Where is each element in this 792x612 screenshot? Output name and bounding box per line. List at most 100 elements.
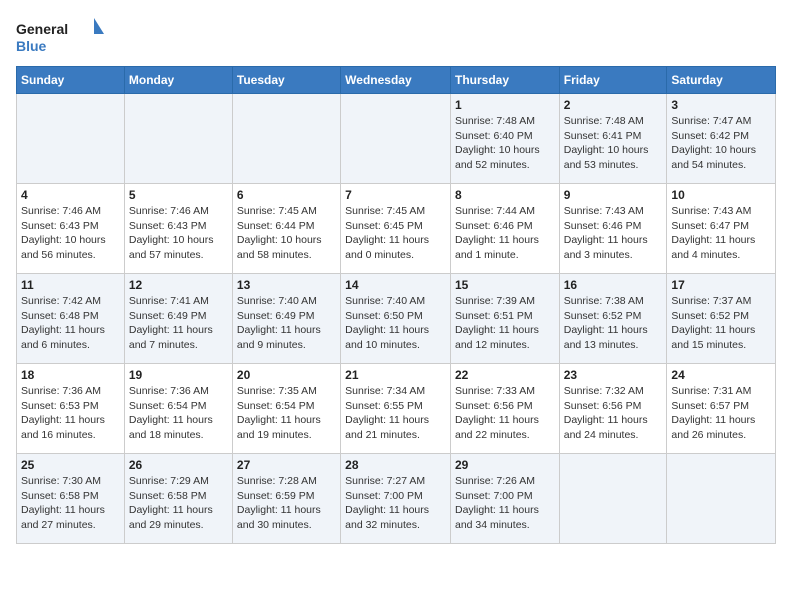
calendar-week-row: 11 Sunrise: 7:42 AMSunset: 6:48 PMDayligh…: [17, 274, 776, 364]
day-number: 14: [345, 278, 446, 292]
calendar-cell: [232, 94, 340, 184]
day-info: Sunrise: 7:28 AMSunset: 6:59 PMDaylight:…: [237, 474, 336, 533]
calendar-cell: 21 Sunrise: 7:34 AMSunset: 6:55 PMDayligh…: [341, 364, 451, 454]
calendar-week-row: 25 Sunrise: 7:30 AMSunset: 6:58 PMDayligh…: [17, 454, 776, 544]
day-info: Sunrise: 7:32 AMSunset: 6:56 PMDaylight:…: [564, 384, 663, 443]
calendar-cell: 22 Sunrise: 7:33 AMSunset: 6:56 PMDayligh…: [450, 364, 559, 454]
calendar-cell: 2Sunrise: 7:48 AMSunset: 6:41 PMDaylight…: [559, 94, 667, 184]
calendar-header: SundayMondayTuesdayWednesdayThursdayFrid…: [17, 67, 776, 94]
calendar-cell: 19 Sunrise: 7:36 AMSunset: 6:54 PMDayligh…: [124, 364, 232, 454]
calendar-cell: [17, 94, 125, 184]
calendar-cell: 17 Sunrise: 7:37 AMSunset: 6:52 PMDayligh…: [667, 274, 776, 364]
calendar-cell: [559, 454, 667, 544]
day-number: 26: [129, 458, 228, 472]
day-info: Sunrise: 7:48 AMSunset: 6:41 PMDaylight:…: [564, 114, 663, 173]
day-number: 17: [671, 278, 771, 292]
calendar-cell: 16 Sunrise: 7:38 AMSunset: 6:52 PMDayligh…: [559, 274, 667, 364]
day-number: 19: [129, 368, 228, 382]
day-info: Sunrise: 7:46 AMSunset: 6:43 PMDaylight:…: [21, 204, 120, 263]
calendar-cell: 9Sunrise: 7:43 AMSunset: 6:46 PMDaylight…: [559, 184, 667, 274]
calendar-cell: 25 Sunrise: 7:30 AMSunset: 6:58 PMDayligh…: [17, 454, 125, 544]
day-info: Sunrise: 7:33 AMSunset: 6:56 PMDaylight:…: [455, 384, 555, 443]
calendar-cell: [341, 94, 451, 184]
day-number: 5: [129, 188, 228, 202]
calendar-cell: [124, 94, 232, 184]
calendar-cell: 14 Sunrise: 7:40 AMSunset: 6:50 PMDayligh…: [341, 274, 451, 364]
day-info: Sunrise: 7:43 AMSunset: 6:47 PMDaylight:…: [671, 204, 771, 263]
day-of-week-header: Wednesday: [341, 67, 451, 94]
day-number: 15: [455, 278, 555, 292]
day-info: Sunrise: 7:26 AMSunset: 7:00 PMDaylight:…: [455, 474, 555, 533]
calendar-cell: 15Sunrise: 7:39 AMSunset: 6:51 PMDayligh…: [450, 274, 559, 364]
calendar-cell: 12 Sunrise: 7:41 AMSunset: 6:49 PMDayligh…: [124, 274, 232, 364]
svg-text:General: General: [16, 21, 68, 37]
day-number: 29: [455, 458, 555, 472]
calendar-cell: 26Sunrise: 7:29 AMSunset: 6:58 PMDayligh…: [124, 454, 232, 544]
day-info: Sunrise: 7:42 AMSunset: 6:48 PMDaylight:…: [21, 294, 120, 353]
day-info: Sunrise: 7:36 AMSunset: 6:53 PMDaylight:…: [21, 384, 120, 443]
calendar-cell: 1Sunrise: 7:48 AMSunset: 6:40 PMDaylight…: [450, 94, 559, 184]
day-of-week-header: Sunday: [17, 67, 125, 94]
calendar-cell: 18 Sunrise: 7:36 AMSunset: 6:53 PMDayligh…: [17, 364, 125, 454]
day-number: 25: [21, 458, 120, 472]
calendar-cell: 10 Sunrise: 7:43 AMSunset: 6:47 PMDayligh…: [667, 184, 776, 274]
day-number: 16: [564, 278, 663, 292]
day-number: 3: [671, 98, 771, 112]
day-info: Sunrise: 7:47 AMSunset: 6:42 PMDaylight:…: [671, 114, 771, 173]
svg-text:Blue: Blue: [16, 38, 47, 54]
day-number: 12: [129, 278, 228, 292]
day-info: Sunrise: 7:40 AMSunset: 6:50 PMDaylight:…: [345, 294, 446, 353]
header-row: SundayMondayTuesdayWednesdayThursdayFrid…: [17, 67, 776, 94]
day-info: Sunrise: 7:44 AMSunset: 6:46 PMDaylight:…: [455, 204, 555, 263]
day-info: Sunrise: 7:46 AMSunset: 6:43 PMDaylight:…: [129, 204, 228, 263]
day-of-week-header: Saturday: [667, 67, 776, 94]
calendar-cell: 11 Sunrise: 7:42 AMSunset: 6:48 PMDayligh…: [17, 274, 125, 364]
day-number: 10: [671, 188, 771, 202]
calendar-week-row: 4 Sunrise: 7:46 AMSunset: 6:43 PMDaylight…: [17, 184, 776, 274]
day-info: Sunrise: 7:27 AMSunset: 7:00 PMDaylight:…: [345, 474, 446, 533]
calendar-cell: 8 Sunrise: 7:44 AMSunset: 6:46 PMDaylight…: [450, 184, 559, 274]
day-number: 20: [237, 368, 336, 382]
calendar-cell: 5 Sunrise: 7:46 AMSunset: 6:43 PMDaylight…: [124, 184, 232, 274]
calendar-cell: 13 Sunrise: 7:40 AMSunset: 6:49 PMDayligh…: [232, 274, 340, 364]
calendar-table: SundayMondayTuesdayWednesdayThursdayFrid…: [16, 66, 776, 544]
calendar-body: 1Sunrise: 7:48 AMSunset: 6:40 PMDaylight…: [17, 94, 776, 544]
day-number: 23: [564, 368, 663, 382]
calendar-cell: 29 Sunrise: 7:26 AMSunset: 7:00 PMDayligh…: [450, 454, 559, 544]
day-info: Sunrise: 7:36 AMSunset: 6:54 PMDaylight:…: [129, 384, 228, 443]
day-number: 27: [237, 458, 336, 472]
day-info: Sunrise: 7:30 AMSunset: 6:58 PMDaylight:…: [21, 474, 120, 533]
day-info: Sunrise: 7:38 AMSunset: 6:52 PMDaylight:…: [564, 294, 663, 353]
calendar-cell: 7Sunrise: 7:45 AMSunset: 6:45 PMDaylight…: [341, 184, 451, 274]
day-number: 18: [21, 368, 120, 382]
calendar-cell: 28Sunrise: 7:27 AMSunset: 7:00 PMDayligh…: [341, 454, 451, 544]
day-number: 7: [345, 188, 446, 202]
day-number: 4: [21, 188, 120, 202]
day-number: 9: [564, 188, 663, 202]
day-number: 11: [21, 278, 120, 292]
day-info: Sunrise: 7:34 AMSunset: 6:55 PMDaylight:…: [345, 384, 446, 443]
day-number: 24: [671, 368, 771, 382]
day-info: Sunrise: 7:37 AMSunset: 6:52 PMDaylight:…: [671, 294, 771, 353]
day-info: Sunrise: 7:41 AMSunset: 6:49 PMDaylight:…: [129, 294, 228, 353]
calendar-cell: 24 Sunrise: 7:31 AMSunset: 6:57 PMDayligh…: [667, 364, 776, 454]
calendar-cell: 3 Sunrise: 7:47 AMSunset: 6:42 PMDaylight…: [667, 94, 776, 184]
day-number: 1: [455, 98, 555, 112]
day-info: Sunrise: 7:40 AMSunset: 6:49 PMDaylight:…: [237, 294, 336, 353]
day-of-week-header: Tuesday: [232, 67, 340, 94]
day-info: Sunrise: 7:31 AMSunset: 6:57 PMDaylight:…: [671, 384, 771, 443]
day-number: 8: [455, 188, 555, 202]
logo: General Blue: [16, 16, 106, 56]
day-number: 21: [345, 368, 446, 382]
calendar-cell: 20 Sunrise: 7:35 AMSunset: 6:54 PMDayligh…: [232, 364, 340, 454]
calendar-cell: 23 Sunrise: 7:32 AMSunset: 6:56 PMDayligh…: [559, 364, 667, 454]
day-info: Sunrise: 7:35 AMSunset: 6:54 PMDaylight:…: [237, 384, 336, 443]
calendar-cell: [667, 454, 776, 544]
day-of-week-header: Monday: [124, 67, 232, 94]
day-number: 13: [237, 278, 336, 292]
calendar-cell: 4 Sunrise: 7:46 AMSunset: 6:43 PMDaylight…: [17, 184, 125, 274]
calendar-cell: 6Sunrise: 7:45 AMSunset: 6:44 PMDaylight…: [232, 184, 340, 274]
day-number: 22: [455, 368, 555, 382]
calendar-week-row: 1Sunrise: 7:48 AMSunset: 6:40 PMDaylight…: [17, 94, 776, 184]
day-info: Sunrise: 7:45 AMSunset: 6:44 PMDaylight:…: [237, 204, 336, 263]
